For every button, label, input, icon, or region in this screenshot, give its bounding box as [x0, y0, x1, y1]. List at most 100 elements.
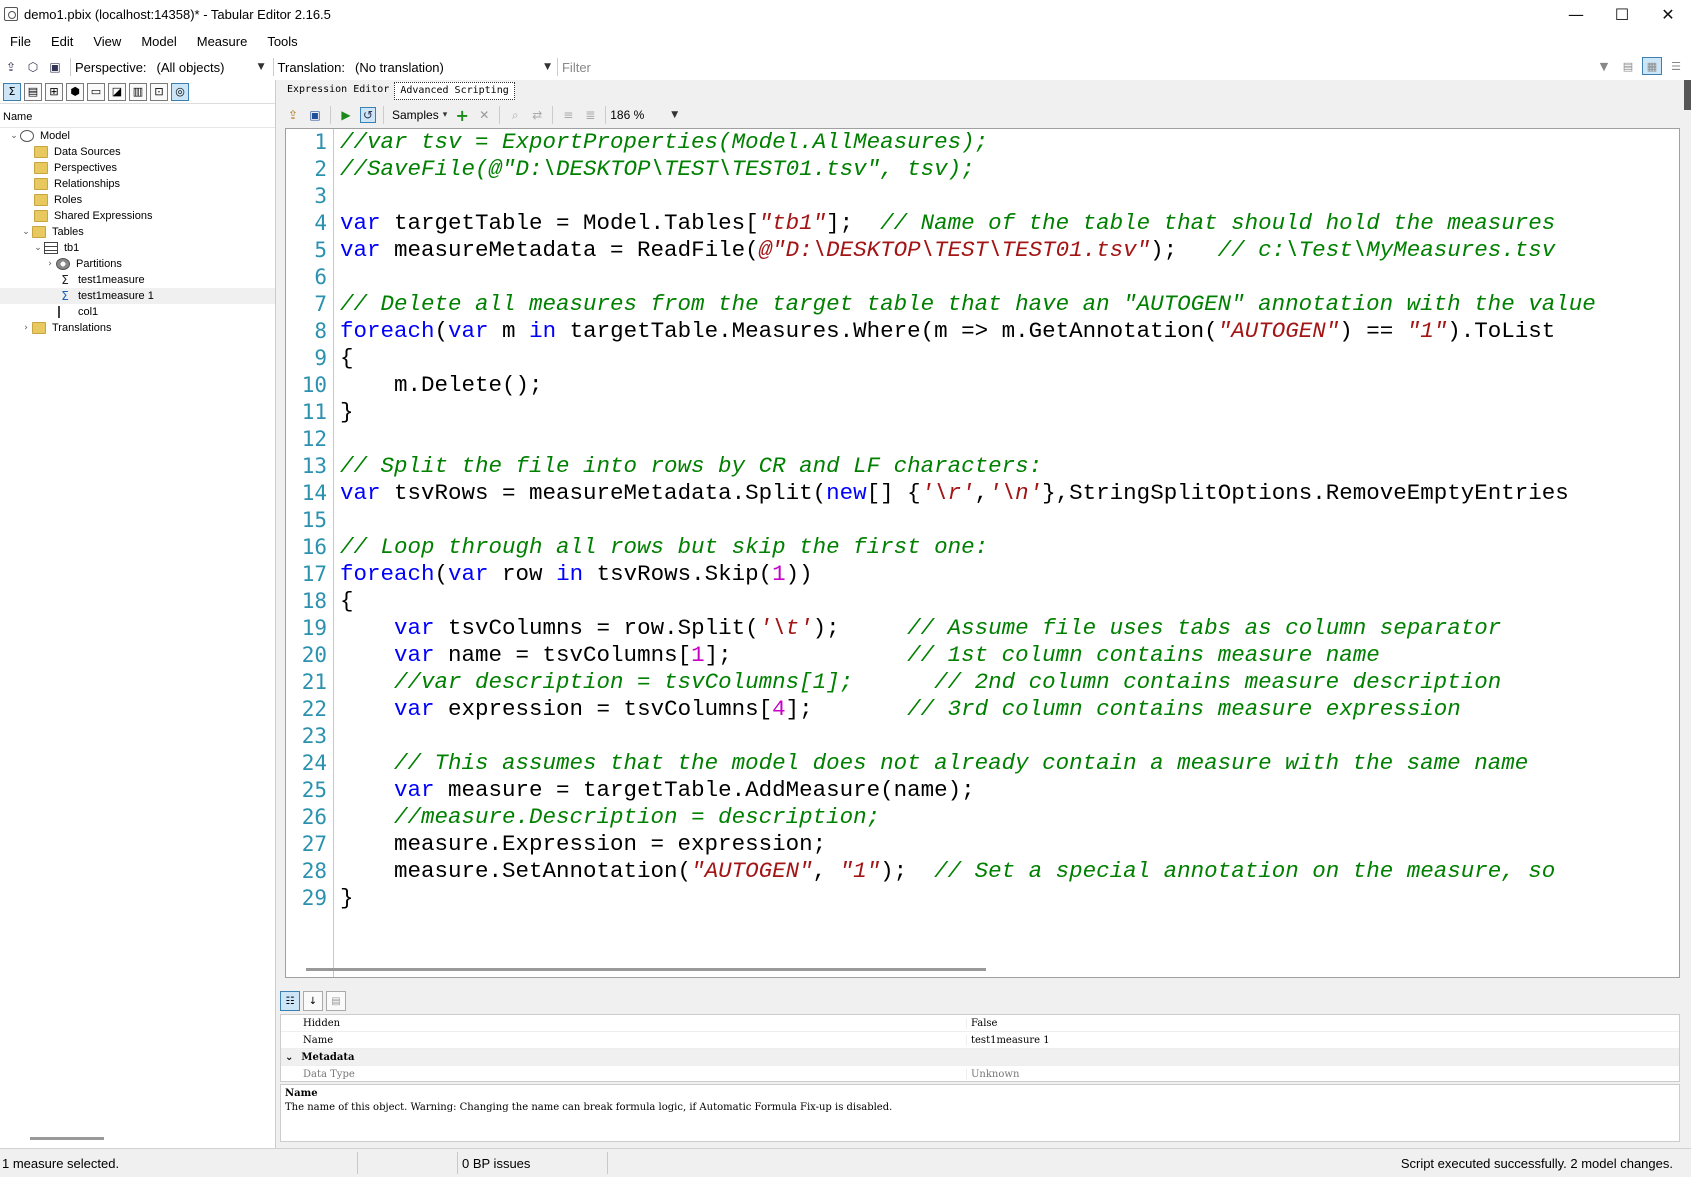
- tree-node-partitions[interactable]: › Partitions: [0, 256, 275, 272]
- find-icon[interactable]: ⌕: [507, 107, 523, 123]
- code-line[interactable]: m.Delete();: [340, 372, 1679, 399]
- show-all-icon[interactable]: ◎: [171, 82, 189, 101]
- script-editor[interactable]: 1 2 3 4 5 6 7 8 9 10 11 12 13 14 15 16 17 18 19 20 21 22 23 24 2…: [285, 128, 1680, 978]
- code-line[interactable]: var name = tsvColumns[1]; // 1st column …: [340, 642, 1679, 669]
- code-line[interactable]: measure.Expression = expression;: [340, 831, 1679, 858]
- minimize-button[interactable]: —: [1553, 0, 1599, 28]
- code-line[interactable]: measure.SetAnnotation("AUTOGEN", "1"); /…: [340, 858, 1679, 885]
- menu-measure[interactable]: Measure: [187, 34, 258, 49]
- editor-horizontal-scrollbar[interactable]: [306, 968, 986, 971]
- open-icon[interactable]: ⇪: [3, 59, 19, 75]
- show-translations-icon[interactable]: ⊡: [150, 82, 168, 101]
- run-script-icon[interactable]: ▶: [338, 107, 354, 123]
- show-measures-icon[interactable]: Σ: [3, 82, 21, 101]
- code-line[interactable]: var tsvColumns = row.Split('\t'); // Ass…: [340, 615, 1679, 642]
- code-line[interactable]: [340, 264, 1679, 291]
- tree-node-data-sources[interactable]: Data Sources: [0, 144, 275, 160]
- code-line[interactable]: //var tsv = ExportProperties(Model.AllMe…: [340, 129, 1679, 156]
- display-options-icon[interactable]: ▤: [1618, 57, 1638, 75]
- comment-icon[interactable]: ≡: [560, 107, 576, 123]
- show-hierarchies-icon[interactable]: ⊞: [45, 82, 63, 101]
- translation-dropdown[interactable]: (No translation) ▼: [355, 57, 551, 77]
- chevron-right-icon[interactable]: ›: [20, 323, 32, 333]
- add-icon[interactable]: +: [454, 106, 470, 125]
- samples-dropdown[interactable]: Samples ▾: [392, 105, 447, 125]
- sort-alphabetical-icon[interactable]: ↓: [303, 991, 323, 1011]
- code-line[interactable]: {: [340, 345, 1679, 372]
- code-line[interactable]: }: [340, 885, 1679, 912]
- property-pages-icon[interactable]: ▤: [326, 991, 346, 1011]
- tab-expression-editor[interactable]: Expression Editor: [282, 82, 394, 100]
- menu-edit[interactable]: Edit: [41, 34, 83, 49]
- code-line[interactable]: [340, 723, 1679, 750]
- chevron-right-icon[interactable]: ›: [44, 259, 56, 269]
- code-line[interactable]: {: [340, 588, 1679, 615]
- code-line[interactable]: var measure = targetTable.AddMeasure(nam…: [340, 777, 1679, 804]
- property-row-name[interactable]: Name test1measure 1: [281, 1032, 1679, 1049]
- deploy-icon[interactable]: ⬡: [25, 59, 41, 75]
- code-line[interactable]: // Split the file into rows by CR and LF…: [340, 453, 1679, 480]
- uncomment-icon[interactable]: ≣: [582, 107, 598, 123]
- chevron-down-icon[interactable]: ⌄: [285, 1052, 293, 1063]
- list-view-icon[interactable]: ☰: [1666, 57, 1686, 75]
- code-line[interactable]: // Loop through all rows but skip the fi…: [340, 534, 1679, 561]
- funnel-icon[interactable]: ▼: [1594, 57, 1614, 75]
- code-line[interactable]: //measure.Description = description;: [340, 804, 1679, 831]
- code-line[interactable]: [340, 183, 1679, 210]
- tree-horizontal-scrollbar[interactable]: [30, 1137, 104, 1140]
- replace-icon[interactable]: ⇄: [529, 107, 545, 123]
- tree-node-relationships[interactable]: Relationships: [0, 176, 275, 192]
- show-partitions-icon[interactable]: ⬢: [66, 82, 84, 101]
- categorized-icon[interactable]: ☷: [280, 991, 300, 1011]
- tree-node-tb1[interactable]: ⌄ tb1: [0, 240, 275, 256]
- code-line[interactable]: // This assumes that the model does not …: [340, 750, 1679, 777]
- code-line[interactable]: var targetTable = Model.Tables["tb1"]; /…: [340, 210, 1679, 237]
- open-script-icon[interactable]: ⇪: [285, 107, 301, 123]
- tree-node-perspectives[interactable]: Perspectives: [0, 160, 275, 176]
- chevron-down-icon[interactable]: ⌄: [20, 227, 32, 237]
- splitter-handle[interactable]: [1684, 80, 1691, 110]
- perspective-dropdown[interactable]: (All objects) ▼: [157, 57, 265, 77]
- code-line[interactable]: // Delete all measures from the target t…: [340, 291, 1679, 318]
- code-line[interactable]: //var description = tsvColumns[1]; // 2n…: [340, 669, 1679, 696]
- delete-icon[interactable]: ✕: [476, 107, 492, 123]
- code-lines[interactable]: //var tsv = ExportProperties(Model.AllMe…: [340, 129, 1679, 912]
- chevron-down-icon[interactable]: ⌄: [32, 243, 44, 253]
- show-columns-icon[interactable]: ▤: [24, 82, 42, 101]
- property-category-metadata[interactable]: ⌄ Metadata: [281, 1049, 1679, 1066]
- filter-input[interactable]: Filter: [562, 60, 1462, 75]
- layout-icon[interactable]: ▦: [1642, 57, 1662, 75]
- tree-node-model[interactable]: ⌄ Model: [0, 128, 275, 144]
- tree-node-test1measure[interactable]: Σ test1measure: [0, 272, 275, 288]
- undo-icon[interactable]: ↺: [360, 107, 376, 123]
- tree-node-shared-expressions[interactable]: Shared Expressions: [0, 208, 275, 224]
- tree-node-col1[interactable]: col1: [0, 304, 275, 320]
- property-row-hidden[interactable]: Hidden False: [281, 1015, 1679, 1032]
- menu-view[interactable]: View: [83, 34, 131, 49]
- tree-node-roles[interactable]: Roles: [0, 192, 275, 208]
- zoom-dropdown[interactable]: 186 % ▼: [610, 105, 678, 125]
- close-button[interactable]: ✕: [1645, 0, 1691, 28]
- property-value[interactable]: test1measure 1: [966, 1034, 1679, 1046]
- menu-file[interactable]: File: [0, 34, 41, 49]
- tab-advanced-scripting[interactable]: Advanced Scripting: [394, 82, 515, 100]
- code-line[interactable]: [340, 507, 1679, 534]
- code-line[interactable]: //SaveFile(@"D:\DESKTOP\TEST\TEST01.tsv"…: [340, 156, 1679, 183]
- save-icon[interactable]: ▣: [47, 59, 63, 75]
- code-line[interactable]: [340, 426, 1679, 453]
- show-metadata-icon[interactable]: ▥: [129, 82, 147, 101]
- property-row-data-type[interactable]: Data Type Unknown: [281, 1066, 1679, 1081]
- chevron-down-icon[interactable]: ⌄: [8, 131, 20, 141]
- show-hidden-icon[interactable]: ▭: [87, 82, 105, 101]
- show-folders-icon[interactable]: ◪: [108, 82, 126, 101]
- tree-node-test1measure-1[interactable]: Σ test1measure 1: [0, 288, 275, 304]
- code-line[interactable]: foreach(var m in targetTable.Measures.Wh…: [340, 318, 1679, 345]
- code-line[interactable]: var measureMetadata = ReadFile(@"D:\DESK…: [340, 237, 1679, 264]
- code-line[interactable]: }: [340, 399, 1679, 426]
- tree-node-translations[interactable]: › Translations: [0, 320, 275, 336]
- maximize-button[interactable]: ☐: [1599, 0, 1645, 28]
- save-script-icon[interactable]: ▣: [307, 107, 323, 123]
- tree-node-tables[interactable]: ⌄ Tables: [0, 224, 275, 240]
- menu-model[interactable]: Model: [131, 34, 186, 49]
- bp-issues-status[interactable]: 0 BP issues: [458, 1152, 608, 1174]
